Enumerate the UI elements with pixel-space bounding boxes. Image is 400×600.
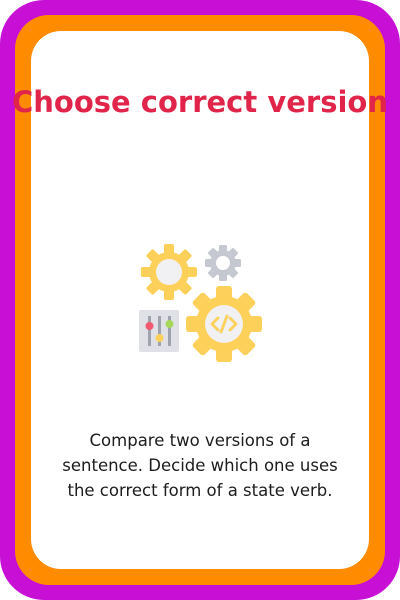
code-gear-icon: [186, 286, 262, 362]
sliders-panel-icon: [139, 310, 179, 352]
small-gear-icon: [141, 244, 197, 300]
card-description: Compare two versions of a sentence. Deci…: [62, 431, 338, 500]
gears-code-settings-icon: [136, 238, 264, 366]
card-title: Choose correct version: [12, 85, 388, 119]
gray-gear-icon: [205, 245, 241, 281]
activity-card[interactable]: Choose correct version Compare two versi…: [0, 0, 400, 600]
